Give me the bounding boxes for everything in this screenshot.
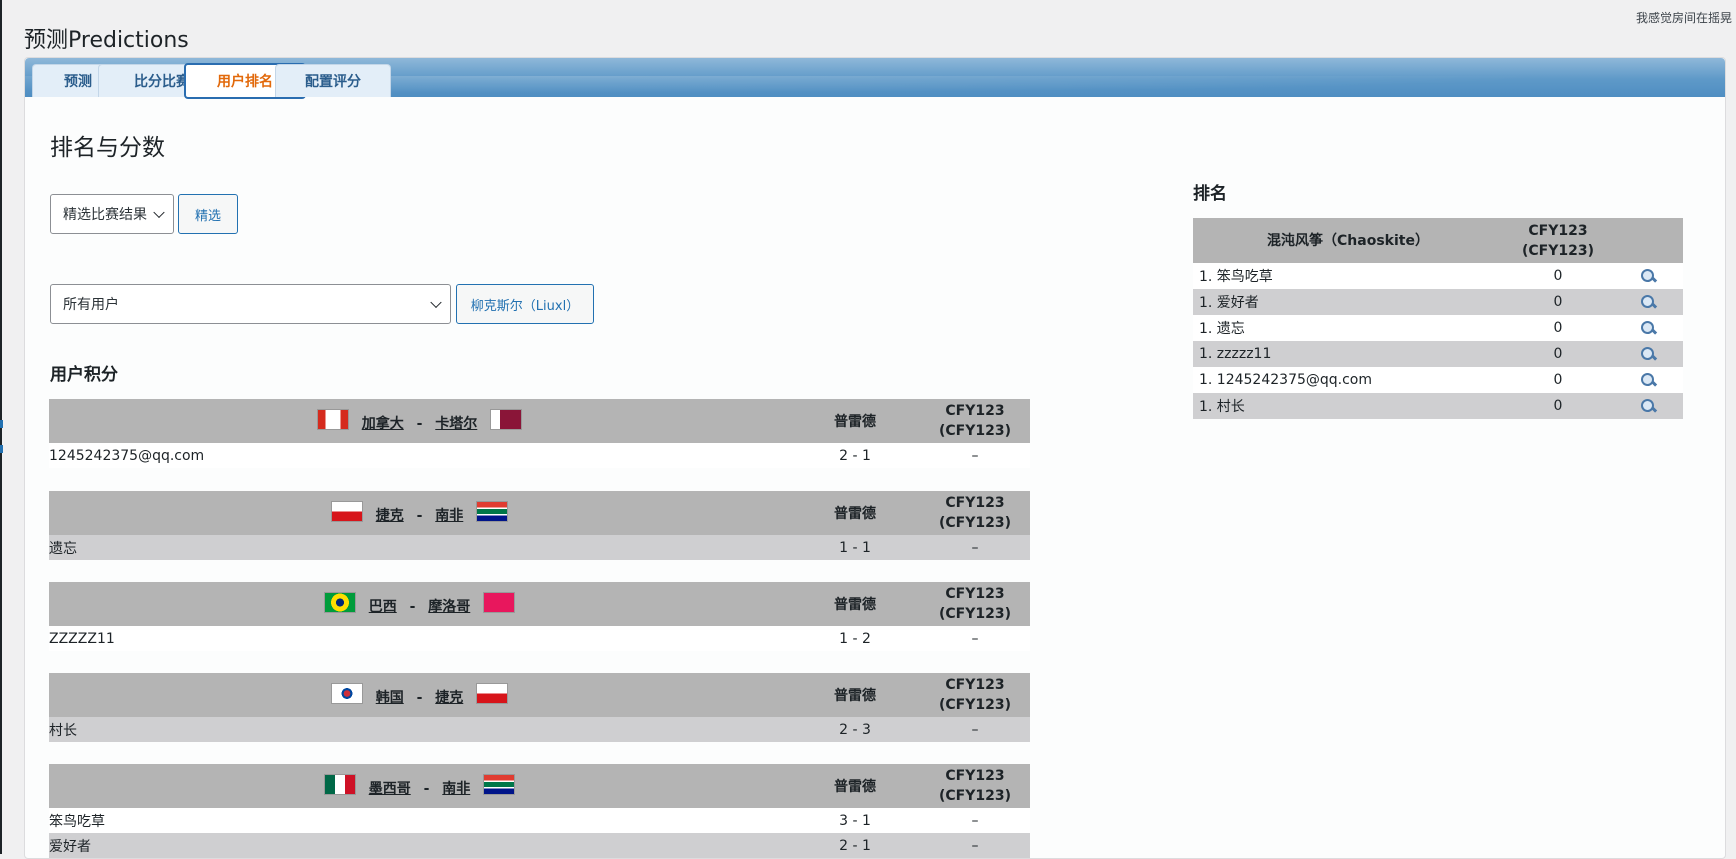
table-row: 爱好者 2 - 1 – xyxy=(49,833,1030,858)
edge-marker xyxy=(0,420,3,428)
away-team-link[interactable]: 南非 xyxy=(435,508,463,524)
table-header: 巴西 - 摩洛哥 普雷德 CFY123 (CFY123) xyxy=(49,582,1030,626)
match-score-table: 韩国 - 捷克 普雷德 CFY123 (CFY123) 村长 2 - 3 – xyxy=(49,673,1030,742)
chevron-down-icon xyxy=(430,296,442,309)
home-team-link[interactable]: 捷克 xyxy=(376,508,404,524)
table-header: 墨西哥 - 南非 普雷德 CFY123 (CFY123) xyxy=(49,764,1030,808)
user-scores-heading: 用户积分 xyxy=(50,365,118,385)
page-title: 预测Predictions xyxy=(24,28,189,53)
col-cfy-header: CFY123 (CFY123) xyxy=(920,582,1030,626)
home-team-link[interactable]: 韩国 xyxy=(376,690,404,706)
match-score-table: 墨西哥 - 南非 普雷德 CFY123 (CFY123) 笨鸟吃草 3 - 1 –… xyxy=(49,764,1030,858)
match-filter-select[interactable]: 精选比赛结果 xyxy=(50,194,174,234)
ranking-cfy-header: CFY123 (CFY123) xyxy=(1503,218,1613,263)
magnifier-icon[interactable] xyxy=(1640,346,1656,362)
col-cfy-header: CFY123 (CFY123) xyxy=(920,399,1030,443)
match-score-table: 加拿大 - 卡塔尔 普雷德 CFY123 (CFY123) 1245242375@… xyxy=(49,399,1030,468)
table-row: 1. 爱好者 0 xyxy=(1193,289,1683,315)
magnifier-icon[interactable] xyxy=(1640,398,1656,414)
section-title: 排名与分数 xyxy=(50,135,165,161)
away-team-link[interactable]: 捷克 xyxy=(435,690,463,706)
table-header: 加拿大 - 卡塔尔 普雷德 CFY123 (CFY123) xyxy=(49,399,1030,443)
user-button[interactable]: 柳克斯尔（Liuxl） xyxy=(456,284,594,324)
mexico-flag-icon xyxy=(323,774,356,795)
ranking-heading: 排名 xyxy=(1193,184,1227,204)
table-header: 韩国 - 捷克 普雷德 CFY123 (CFY123) xyxy=(49,673,1030,717)
table-header: 捷克 - 南非 普雷德 CFY123 (CFY123) xyxy=(49,491,1030,535)
magnifier-icon[interactable] xyxy=(1640,320,1656,336)
table-row: 1. 1245242375@qq.com 0 xyxy=(1193,367,1683,393)
south-africa-flag-icon xyxy=(483,774,516,795)
match-filter-value: 精选比赛结果 xyxy=(63,207,147,223)
col-cfy-header: CFY123 (CFY123) xyxy=(920,764,1030,808)
col-score-header: 普雷德 xyxy=(790,491,920,535)
magnifier-icon[interactable] xyxy=(1640,294,1656,310)
table-row: 1245242375@qq.com 2 - 1 – xyxy=(49,443,1030,468)
morocco-flag-icon xyxy=(483,592,516,613)
match-score-table: 巴西 - 摩洛哥 普雷德 CFY123 (CFY123) ZZZZZ11 1 - … xyxy=(49,582,1030,651)
table-row: ZZZZZ11 1 - 2 – xyxy=(49,626,1030,651)
top-right-note: 我感觉房间在摇晃 xyxy=(1635,11,1732,25)
ranking-table: 混沌风筝（Chaoskite） CFY123 (CFY123) 1. 笨鸟吃草 0… xyxy=(1193,218,1683,419)
col-score-header: 普雷德 xyxy=(790,582,920,626)
czech-flag-icon xyxy=(330,501,363,522)
table-row: 1. 遗忘 0 xyxy=(1193,315,1683,341)
col-score-header: 普雷德 xyxy=(790,673,920,717)
qatar-flag-icon xyxy=(490,409,523,430)
user-select[interactable]: 所有用户 xyxy=(50,284,451,324)
table-row: 村长 2 - 3 – xyxy=(49,717,1030,742)
away-team-link[interactable]: 摩洛哥 xyxy=(428,599,470,615)
tab-config-scoring[interactable]: 配置评分 xyxy=(275,64,391,97)
magnifier-icon[interactable] xyxy=(1640,268,1656,284)
col-cfy-header: CFY123 (CFY123) xyxy=(920,673,1030,717)
brazil-flag-icon xyxy=(323,592,356,613)
edge-marker xyxy=(0,445,3,453)
away-team-link[interactable]: 南非 xyxy=(442,781,470,797)
canada-flag-icon xyxy=(316,409,349,430)
home-team-link[interactable]: 墨西哥 xyxy=(369,781,411,797)
user-select-value: 所有用户 xyxy=(63,297,119,313)
table-header: 混沌风筝（Chaoskite） CFY123 (CFY123) xyxy=(1193,218,1683,263)
magnifier-icon[interactable] xyxy=(1640,372,1656,388)
korea-flag-icon xyxy=(330,683,363,704)
col-cfy-header: CFY123 (CFY123) xyxy=(920,491,1030,535)
table-row: 1. 村长 0 xyxy=(1193,393,1683,419)
table-row: 1. zzzzz11 0 xyxy=(1193,341,1683,367)
czech-flag-icon xyxy=(476,683,509,704)
table-row: 1. 笨鸟吃草 0 xyxy=(1193,263,1683,289)
match-score-table: 捷克 - 南非 普雷德 CFY123 (CFY123) 遗忘 1 - 1 – xyxy=(49,491,1030,560)
away-team-link[interactable]: 卡塔尔 xyxy=(435,416,477,432)
tab-bar: 预测 比分比赛 用户排名 配置评分 xyxy=(25,58,1725,99)
home-team-link[interactable]: 巴西 xyxy=(369,599,397,615)
ranking-name-header: 混沌风筝（Chaoskite） xyxy=(1193,218,1503,263)
col-score-header: 普雷德 xyxy=(790,764,920,808)
chevron-down-icon xyxy=(153,206,165,219)
col-score-header: 普雷德 xyxy=(790,399,920,443)
home-team-link[interactable]: 加拿大 xyxy=(362,416,404,432)
south-africa-flag-icon xyxy=(476,501,509,522)
table-row: 遗忘 1 - 1 – xyxy=(49,535,1030,560)
table-row: 笨鸟吃草 3 - 1 – xyxy=(49,808,1030,833)
filter-button[interactable]: 精选 xyxy=(178,194,238,234)
